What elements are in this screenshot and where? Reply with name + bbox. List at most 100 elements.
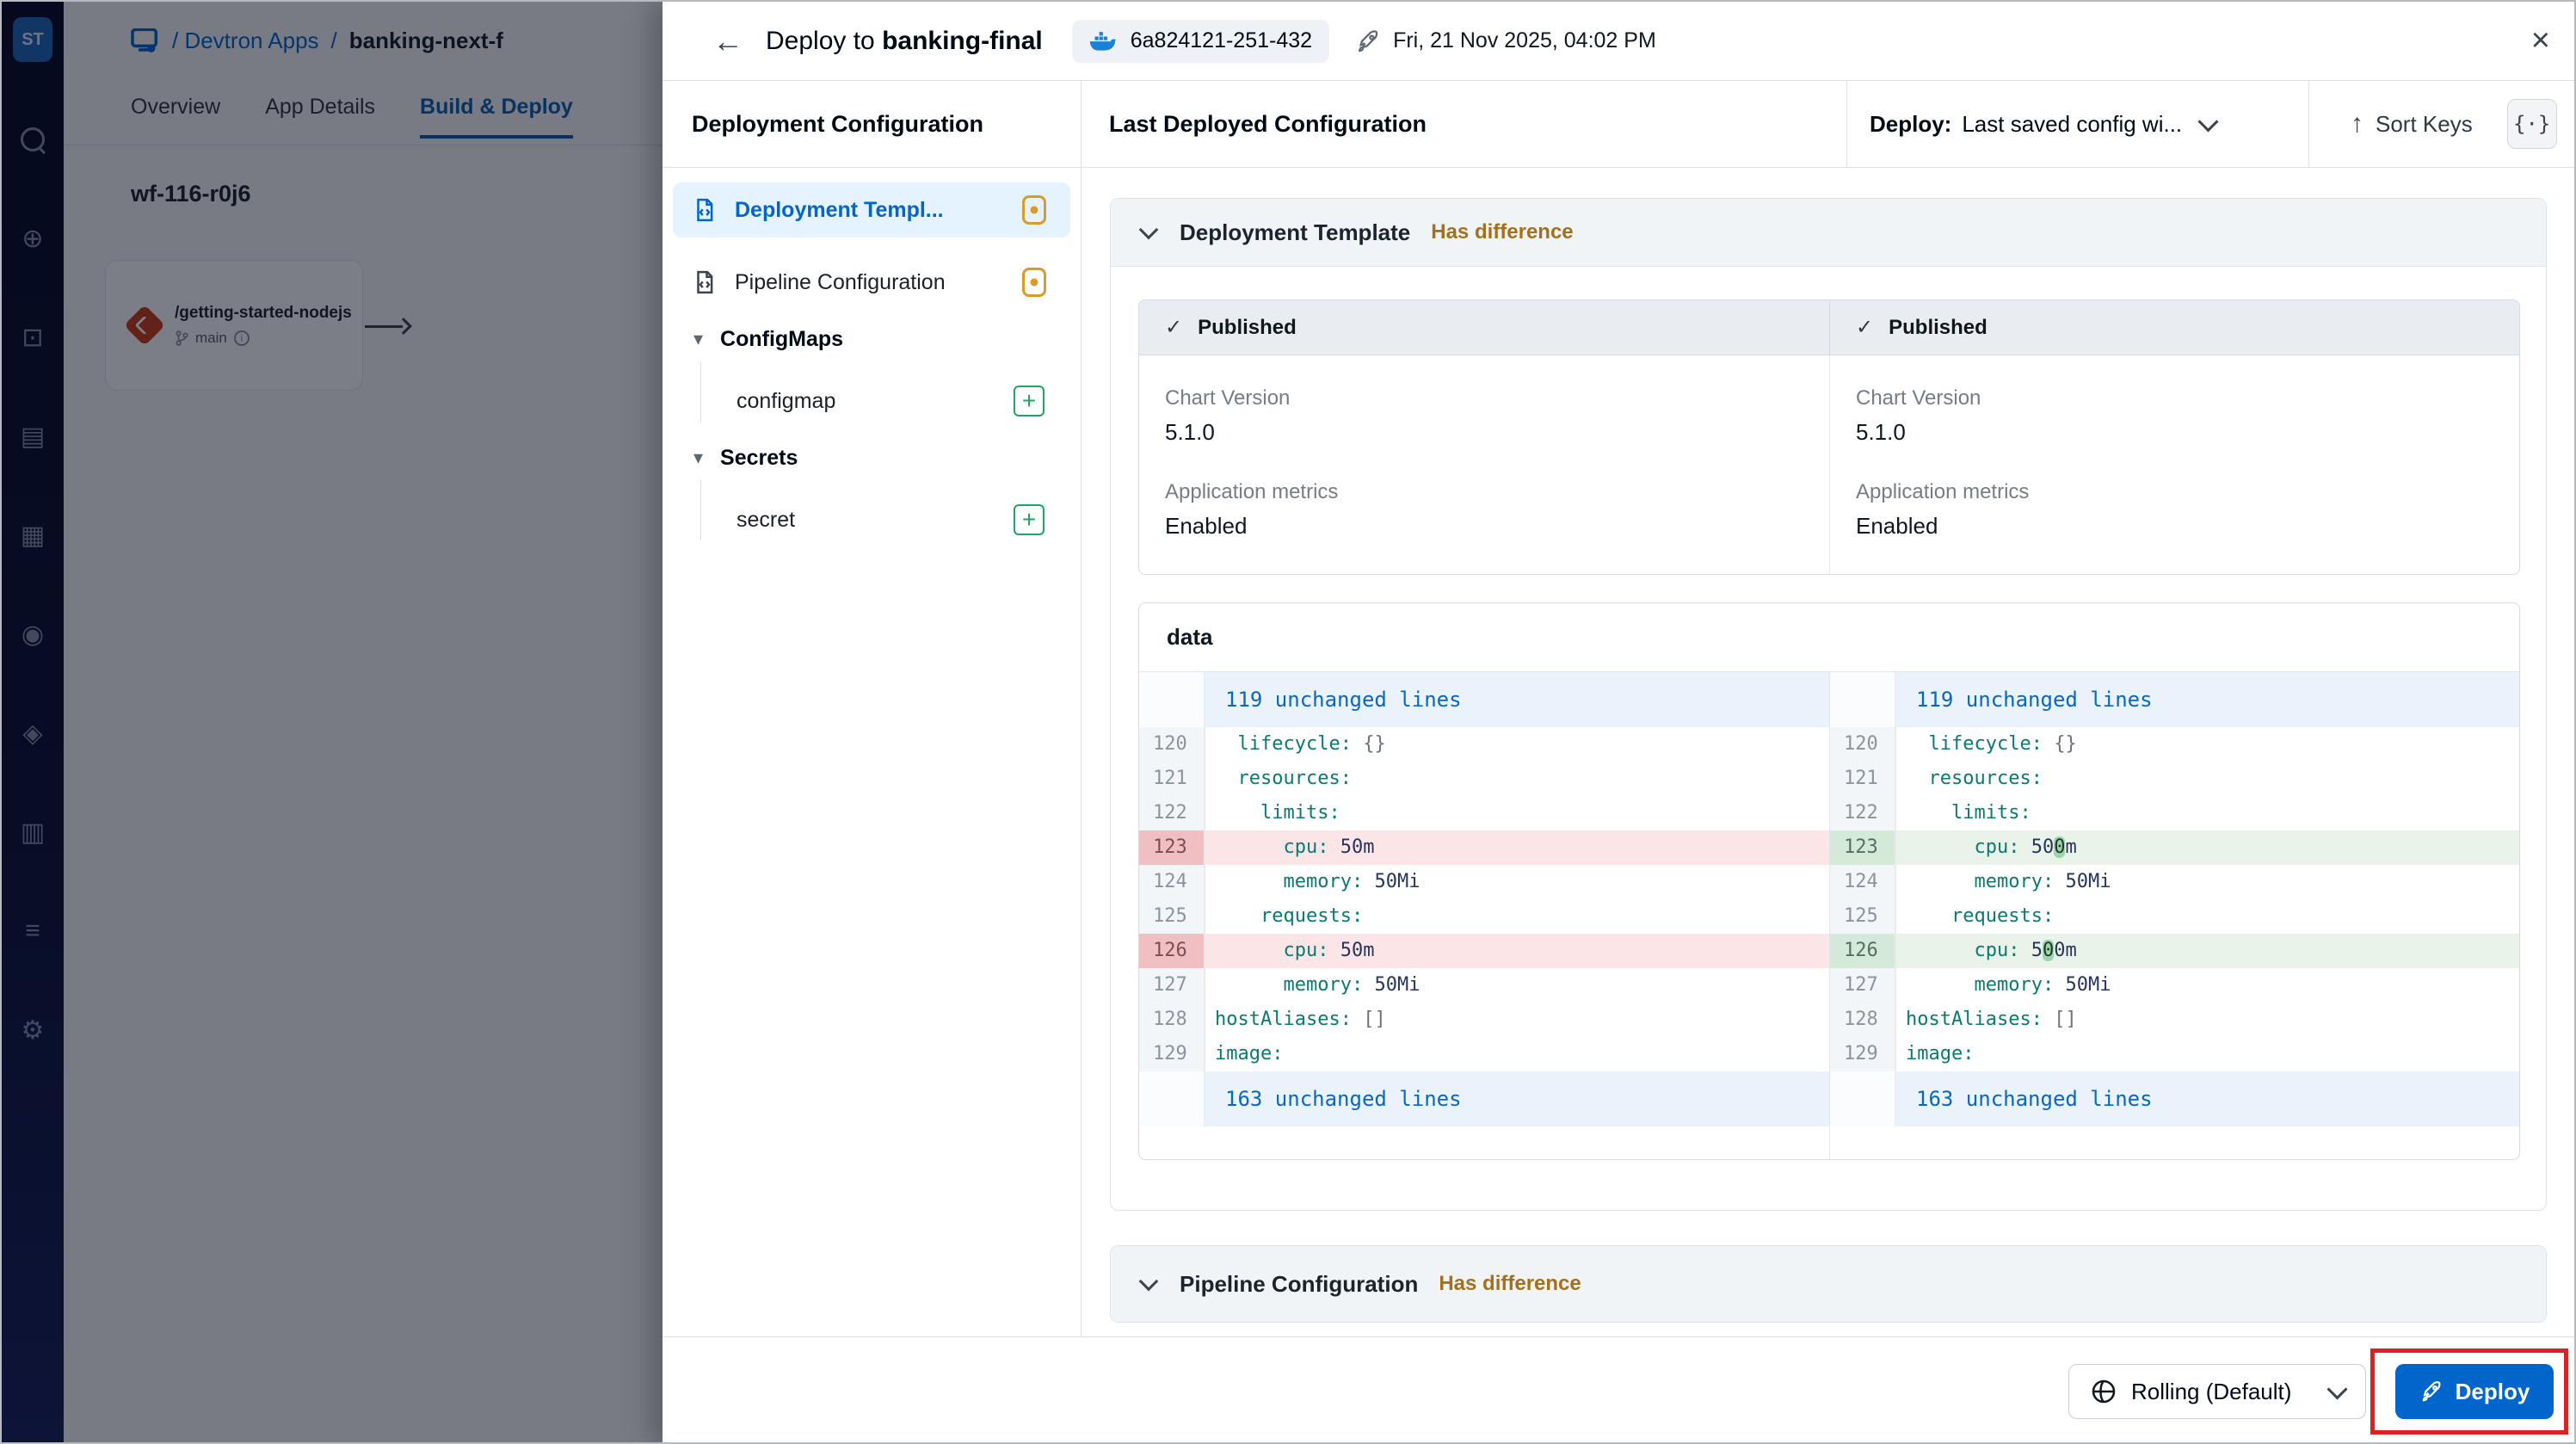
unchanged-lines-link[interactable]: 163 unchanged lines xyxy=(1205,1071,1829,1126)
diff-line: 120 lifecycle: {} xyxy=(1139,727,1829,762)
diff-line: 127 memory: 50Mi xyxy=(1139,968,1829,1003)
has-difference-badge: Has difference xyxy=(1439,1272,1581,1295)
field-value: Enabled xyxy=(1165,513,1248,539)
diff-line: 125 requests: xyxy=(1139,899,1829,934)
code-line: hostAliases: [] xyxy=(1895,1003,2519,1037)
drawer-subheader: Deployment Configuration Last Deployed C… xyxy=(662,81,2574,168)
section-title: Deployment Template xyxy=(1180,219,1411,245)
diff-line: 128 hostAliases: [] xyxy=(1830,1003,2519,1037)
published-compare-box: ✓ Published ✓ Published Chart Version 5.1.0 A… xyxy=(1138,299,2520,575)
line-number: 126 xyxy=(1830,934,1895,968)
line-number: 128 xyxy=(1830,1003,1895,1037)
diff-line: 122 limits: xyxy=(1139,796,1829,830)
deployment-strategy-select[interactable]: Rolling (Default) xyxy=(2068,1364,2366,1419)
diff-expand-band: 119 unchanged lines xyxy=(1139,672,1829,727)
published-fields-column: Chart Version 5.1.0 Application metrics Ena… xyxy=(1139,355,1829,574)
chevron-down-icon xyxy=(1138,219,1159,240)
diff-line: 121 resources: xyxy=(1139,762,1829,796)
modal-dim-overlay[interactable] xyxy=(2,2,662,1442)
code-line: memory: 50Mi xyxy=(1205,865,1829,899)
deployment-template-section: Deployment Template Has difference ✓ Publ… xyxy=(1110,198,2547,1211)
line-number: 120 xyxy=(1830,727,1895,762)
deploy-select-label: Deploy: xyxy=(1870,110,1952,137)
nav-item-secret[interactable]: secret + xyxy=(673,496,1070,544)
data-diff-box: data 119 unchanged lines 120 lifecycle: {… xyxy=(1138,602,2520,1160)
published-label: Published xyxy=(1198,315,1297,339)
gutter xyxy=(1139,672,1205,727)
nav-item-pipeline-configuration[interactable]: Pipeline Configuration xyxy=(673,255,1070,310)
line-number: 122 xyxy=(1830,796,1895,830)
diff-line: 126 cpu: 50m xyxy=(1139,934,1829,968)
pipeline-configuration-header[interactable]: Pipeline Configuration Has difference xyxy=(1111,1246,2546,1322)
code-line: memory: 50Mi xyxy=(1895,865,2519,899)
config-field: Chart Version 5.1.0 xyxy=(1165,386,1829,446)
diff-pane-right: 119 unchanged lines 120 lifecycle: {} 121 … xyxy=(1829,672,2519,1159)
diff-line: 129 image: xyxy=(1830,1037,2519,1071)
nav-item-configmap[interactable]: configmap + xyxy=(673,377,1070,425)
nav-item-deployment-templ-[interactable]: Deployment Templ... xyxy=(673,182,1070,238)
diff-pane-left: 119 unchanged lines 120 lifecycle: {} 121 … xyxy=(1139,672,1829,1159)
add-override-icon[interactable]: + xyxy=(1014,504,1045,535)
code-line: cpu: 50m xyxy=(1205,830,1829,865)
editor-tools: ↑ Sort Keys {·} xyxy=(2308,81,2574,167)
image-tag-chip: 6a824121-251-432 xyxy=(1071,19,1330,63)
code-line: image: xyxy=(1205,1037,1829,1071)
line-number: 123 xyxy=(1139,830,1205,865)
deployed-at-timestamp: Fri, 21 Nov 2025, 04:02 PM xyxy=(1393,28,1656,52)
published-status-header: ✓ Published xyxy=(1829,300,2519,355)
code-line: requests: xyxy=(1895,899,2519,934)
deploy-button-label: Deploy xyxy=(2455,1378,2530,1404)
nav-item-label: Deployment Templ... xyxy=(735,197,944,222)
deployment-template-header[interactable]: Deployment Template Has difference xyxy=(1111,199,2546,267)
line-number: 123 xyxy=(1830,830,1895,865)
image-tag: 6a824121-251-432 xyxy=(1130,28,1313,52)
diff-expand-band: 119 unchanged lines xyxy=(1830,672,2519,727)
deploy-select-value: Last saved config wi... xyxy=(1962,110,2183,137)
add-override-icon[interactable]: + xyxy=(1014,386,1045,417)
check-icon: ✓ xyxy=(1165,316,1183,339)
compare-panel-title: Last Deployed Configuration xyxy=(1109,110,1427,137)
check-icon: ✓ xyxy=(1856,316,1874,339)
caret-down-icon: ▾ xyxy=(693,447,704,468)
back-icon[interactable]: ← xyxy=(712,23,747,59)
field-label: Chart Version xyxy=(1165,386,1291,410)
chevron-down-icon xyxy=(2326,1378,2348,1400)
deploy-button[interactable]: Deploy xyxy=(2395,1364,2554,1419)
code-view-toggle[interactable]: {·} xyxy=(2506,99,2557,149)
data-section-title: data xyxy=(1139,603,2519,672)
screenshot-root: / Devtron Apps / banking-next-f Overview… xyxy=(0,0,2576,1444)
diff-expand-band: 163 unchanged lines xyxy=(1139,1071,1829,1126)
pipeline-configuration-section: Pipeline Configuration Has difference xyxy=(1110,1245,2547,1323)
field-label: Chart Version xyxy=(1856,386,1981,410)
drawer-footer: Rolling (Default) Deploy xyxy=(662,1336,2574,1442)
nav-group-configmaps[interactable]: ▾ ConfigMaps xyxy=(673,318,1070,360)
line-number: 121 xyxy=(1139,762,1205,796)
diff-line: 123 cpu: 500m xyxy=(1830,830,2519,865)
diff-line: 121 resources: xyxy=(1830,762,2519,796)
unchanged-lines-link[interactable]: 119 unchanged lines xyxy=(1895,672,2519,727)
close-icon[interactable]: × xyxy=(2531,24,2550,57)
unchanged-lines-link[interactable]: 163 unchanged lines xyxy=(1895,1071,2519,1126)
nav-group-secrets[interactable]: ▾ Secrets xyxy=(673,437,1070,478)
line-number: 129 xyxy=(1830,1037,1895,1071)
nav-group-label: ConfigMaps xyxy=(720,326,844,351)
config-field: Chart Version 5.1.0 xyxy=(1856,386,2519,446)
sort-keys-button[interactable]: Sort Keys xyxy=(2376,111,2473,138)
chevron-down-icon xyxy=(1138,1271,1159,1292)
deploy-config-select[interactable]: Deploy: Last saved config wi... xyxy=(1846,81,2308,167)
nav-item-label: secret xyxy=(736,507,796,532)
field-label: Application metrics xyxy=(1165,480,1339,503)
unchanged-lines-link[interactable]: 119 unchanged lines xyxy=(1205,672,1829,727)
code-line: lifecycle: {} xyxy=(1205,727,1829,762)
line-number: 121 xyxy=(1830,762,1895,796)
rocket-icon xyxy=(2422,1381,2441,1402)
line-number: 125 xyxy=(1139,899,1205,934)
deploy-drawer: ← Deploy to banking-final 6a824121-251-4… xyxy=(662,2,2574,1442)
tree-indent-guide xyxy=(700,361,701,422)
modified-badge-icon xyxy=(1022,268,1046,297)
code-line: limits: xyxy=(1895,796,2519,830)
docker-icon xyxy=(1089,31,1117,51)
line-number: 124 xyxy=(1830,865,1895,899)
line-number: 125 xyxy=(1830,899,1895,934)
diff-line: 124 memory: 50Mi xyxy=(1830,865,2519,899)
